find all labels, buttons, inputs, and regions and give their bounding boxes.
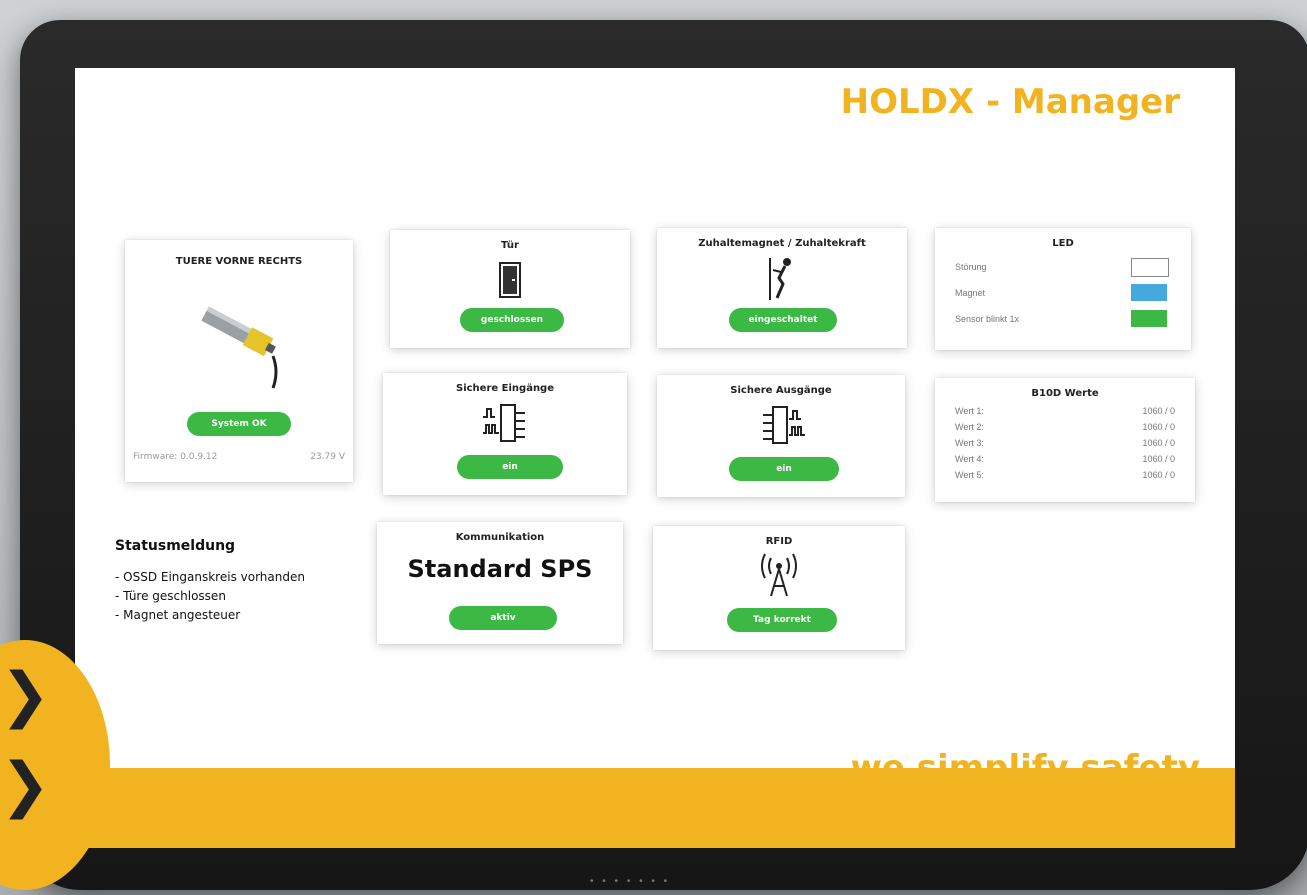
holdx-device-icon bbox=[201, 306, 278, 389]
rfid-antenna-icon bbox=[761, 553, 797, 597]
rfid-title: RFID bbox=[765, 536, 793, 547]
statusmeldung-title: Statusmeldung bbox=[115, 538, 236, 554]
kommunikation-value: Standard SPS bbox=[407, 555, 593, 583]
zuhaltemagnet-title: Zuhaltemagnet / Zuhaltekraft bbox=[698, 238, 866, 249]
led-label-sensor: Sensor blinkt 1x bbox=[955, 314, 1020, 324]
chevron-icon: ❯ bbox=[0, 751, 51, 818]
tuer-card: Tür geschlossen bbox=[390, 230, 630, 348]
app-screen: HOLDX - Manager TUERE VORNE RECHTS Syste… bbox=[75, 68, 1235, 848]
b10d-value-2: 1060 / 0 bbox=[1142, 422, 1175, 432]
kommunikation-title: Kommunikation bbox=[455, 532, 545, 543]
led-card: LED Störung Magnet Sensor blinkt 1x bbox=[935, 228, 1191, 350]
device-card: TUERE VORNE RECHTS System OK Firmware: 0… bbox=[125, 240, 353, 482]
app-title: HOLDX - Manager bbox=[840, 82, 1180, 122]
zuhaltemagnet-card: Zuhaltemagnet / Zuhaltekraft eingeschalt… bbox=[657, 228, 907, 348]
led-swatch-magnet bbox=[1131, 284, 1167, 301]
rfid-card: RFID Tag korrekt bbox=[653, 526, 905, 650]
b10d-value-4: 1060 / 0 bbox=[1142, 454, 1175, 464]
led-swatch-sensor bbox=[1131, 310, 1167, 327]
door-icon bbox=[499, 262, 521, 298]
b10d-label-1: Wert 1: bbox=[955, 406, 984, 416]
b10d-label-3: Wert 3: bbox=[955, 438, 984, 448]
kommunikation-card: Kommunikation Standard SPS aktiv bbox=[377, 522, 623, 644]
ausgaenge-card: Sichere Ausgänge ein bbox=[657, 375, 905, 497]
led-label-stoerung: Störung bbox=[955, 262, 987, 272]
system-ok-button[interactable]: System OK bbox=[187, 412, 291, 436]
status-line-3: - Magnet angesteuer bbox=[115, 608, 241, 622]
output-signal-icon bbox=[763, 406, 805, 444]
kommunikation-status-button[interactable]: aktiv bbox=[449, 606, 557, 630]
eingaenge-card: Sichere Eingänge ein bbox=[383, 373, 627, 495]
led-swatch-stoerung bbox=[1131, 258, 1169, 277]
tuer-status-button[interactable]: geschlossen bbox=[460, 308, 564, 332]
status-line-1: - OSSD Einganskreis vorhanden bbox=[115, 570, 305, 584]
firmware-label: Firmware: 0.0.9.12 bbox=[133, 452, 218, 462]
b10d-label-5: Wert 5: bbox=[955, 470, 984, 480]
eingaenge-status-button[interactable]: ein bbox=[457, 455, 563, 479]
ausgaenge-title: Sichere Ausgänge bbox=[730, 385, 832, 396]
b10d-value-5: 1060 / 0 bbox=[1142, 470, 1175, 480]
chevron-icon: ❯ bbox=[0, 661, 51, 728]
rfid-status-button[interactable]: Tag korrekt bbox=[727, 608, 837, 632]
b10d-card: B10D Werte Wert 1: 1060 / 0 Wert 2: 1060… bbox=[935, 378, 1195, 502]
b10d-label-4: Wert 4: bbox=[955, 454, 984, 464]
b10d-value-1: 1060 / 0 bbox=[1142, 406, 1175, 416]
slogan: we simplify safety bbox=[850, 748, 1200, 788]
holding-force-icon bbox=[769, 258, 791, 300]
statusmeldung-panel: Statusmeldung - OSSD Einganskreis vorhan… bbox=[115, 538, 305, 625]
eingaenge-title: Sichere Eingänge bbox=[456, 383, 554, 394]
b10d-label-2: Wert 2: bbox=[955, 422, 984, 432]
voltage-label: 23.79 V bbox=[310, 452, 345, 462]
b10d-value-3: 1060 / 0 bbox=[1142, 438, 1175, 448]
ausgaenge-status-button[interactable]: ein bbox=[729, 457, 839, 481]
tuer-title: Tür bbox=[501, 240, 519, 251]
zuhaltemagnet-status-button[interactable]: eingeschaltet bbox=[729, 308, 837, 332]
speaker-dots: • • • • • • • bbox=[590, 876, 671, 887]
led-title: LED bbox=[1052, 238, 1074, 249]
b10d-title: B10D Werte bbox=[1031, 388, 1099, 399]
device-name: TUERE VORNE RECHTS bbox=[175, 256, 303, 267]
status-line-2: - Türe geschlossen bbox=[115, 589, 226, 603]
led-label-magnet: Magnet bbox=[955, 288, 986, 298]
input-signal-icon bbox=[483, 404, 525, 442]
